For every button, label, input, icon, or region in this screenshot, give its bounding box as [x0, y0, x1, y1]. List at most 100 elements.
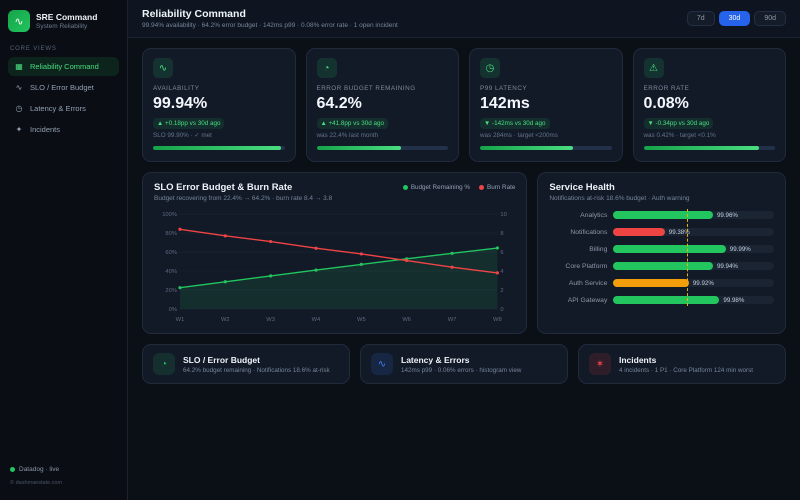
- series-line-burn-rate: [179, 228, 498, 274]
- kpi-meta: ▲ +41.8pp vs 30d ago was 22.4% last month: [316, 118, 449, 139]
- y-axis-left-tick: 20%: [165, 288, 177, 294]
- shortcut-text: SLO / Error Budget 64.2% budget remaining…: [183, 355, 330, 374]
- bar-chart-icon: ▦: [15, 62, 23, 71]
- kpi-note: was 284ms · target <200ms: [480, 132, 558, 139]
- service-health-bars: Analytics 99.96% Notifications 99.38% Billin…: [549, 209, 774, 306]
- time-range-30d[interactable]: 30d: [718, 11, 751, 26]
- time-range-90d[interactable]: 90d: [754, 11, 786, 26]
- sidebar-item-latency-errors[interactable]: ◷ Latency & Errors: [8, 99, 119, 118]
- clock-icon: ◷: [15, 104, 23, 113]
- sidebar-nav: ▦ Reliability Command ∿ SLO / Error Budget ◷…: [8, 57, 119, 141]
- kpi-note: was 22.4% last month: [316, 132, 379, 139]
- sidebar: ∿ SRE Command System Reliability CORE VI…: [0, 0, 128, 500]
- charts-row: SLO Error Budget & Burn Rate Budget reco…: [142, 172, 786, 334]
- sidebar-footer: Datadog · live © dashmaestate.com: [8, 462, 119, 490]
- shortcut-title: SLO / Error Budget: [183, 354, 260, 365]
- series-area-budget-remaining: [179, 248, 498, 309]
- gauge-icon: ◔: [153, 353, 175, 375]
- dashboard-content: ∿ AVAILABILITY 99.94% ▲ +0.18pp vs 30d ago S…: [128, 38, 800, 394]
- time-range-group: 7d 30d 90d: [686, 11, 786, 26]
- service-label: Core Platform: [565, 262, 608, 270]
- service-row-notifications: Notifications 99.38%: [549, 228, 774, 236]
- kpi-note: was 0.42% · target <0.1%: [643, 132, 716, 139]
- data-point: [223, 280, 227, 284]
- service-bar-fill: [613, 296, 720, 304]
- budget-burn-chart-card: SLO Error Budget & Burn Rate Budget reco…: [142, 172, 528, 334]
- kpi-delta-badge: ▲ +41.8pp vs 30d ago: [316, 118, 388, 129]
- sidebar-section-label: CORE VIEWS: [10, 46, 57, 52]
- data-point: [178, 286, 182, 290]
- main-area: Reliability Command 99.94% availability …: [128, 0, 800, 500]
- data-point: [359, 262, 363, 266]
- service-label: API Gateway: [567, 296, 608, 304]
- y-axis-right-tick: 0: [500, 307, 503, 313]
- kpi-value: 64.2%: [316, 95, 362, 112]
- data-point: [178, 227, 182, 231]
- shortcut-title: Incidents: [619, 354, 657, 365]
- data-point: [405, 258, 409, 263]
- chart-title: Service Health: [549, 182, 615, 193]
- shortcut-text: Latency & Errors 142ms p99 · 0.06% errors…: [401, 355, 521, 374]
- data-point: [223, 234, 227, 238]
- kpi-grid: ∿ AVAILABILITY 99.94% ▲ +0.18pp vs 30d ago S…: [142, 48, 786, 162]
- alert-icon: ⚠: [643, 58, 664, 78]
- y-axis-right-tick: 10: [500, 212, 506, 218]
- shortcut-subtitle: 64.2% budget remaining · Notifications 1…: [183, 366, 330, 374]
- data-point: [269, 239, 273, 244]
- kpi-value: 99.94%: [153, 95, 208, 112]
- legend-item: Burn Rate: [479, 184, 515, 191]
- data-point: [495, 271, 499, 275]
- budget-burn-line-chart: 0% 0 20% 2 40% 4 60% 6 80% 8 100% 10 W1 W2 W3 W4 W5 W6 W7 W…: [162, 212, 507, 323]
- service-bar-track: 99.94%: [613, 262, 774, 270]
- datasource-status: Datadog · live: [10, 466, 117, 473]
- service-bar-track: 99.98%: [613, 296, 774, 304]
- service-row-auth-service: Auth Service 99.92%: [549, 279, 774, 287]
- topbar: Reliability Command 99.94% availability …: [128, 0, 800, 38]
- time-range-7d[interactable]: 7d: [686, 11, 715, 26]
- legend-dot-icon: [479, 185, 484, 190]
- kpi-delta-badge: ▼ -0.34pp vs 30d ago: [643, 118, 714, 129]
- service-row-api-gateway: API Gateway 99.98%: [549, 296, 774, 304]
- y-axis-left-tick: 100%: [162, 212, 177, 218]
- service-row-billing: Billing 99.99%: [549, 245, 774, 253]
- page-title: Reliability Command: [142, 8, 246, 20]
- kpi-value: 0.08%: [643, 95, 689, 112]
- y-axis-left-tick: 60%: [165, 250, 177, 256]
- shortcut-card-slo-error-budget[interactable]: ◔ SLO / Error Budget 64.2% budget remainin…: [142, 344, 350, 384]
- shortcut-card-latency-errors[interactable]: ∿ Latency & Errors 142ms p99 · 0.06% error…: [360, 344, 568, 384]
- live-dot-icon: [10, 467, 15, 472]
- service-label: Notifications: [570, 228, 608, 236]
- activity-icon: ∿: [371, 353, 393, 375]
- x-axis-tick: W8: [493, 317, 502, 323]
- kpi-progress-fill: [316, 146, 401, 150]
- sidebar-item-reliability-command[interactable]: ▦ Reliability Command: [8, 57, 119, 76]
- kpi-progress-track: [316, 146, 448, 150]
- kpi-label: ERROR BUDGET REMAINING: [316, 85, 416, 92]
- chart-header: SLO Error Budget & Burn Rate Budget reco…: [154, 182, 515, 202]
- kpi-delta-badge: ▼ -142ms vs 30d ago: [480, 118, 550, 129]
- sidebar-item-slo-error-budget[interactable]: ∿ SLO / Error Budget: [8, 78, 119, 97]
- chart-subtitle: Budget recovering from 22.4% → 64.2% · b…: [154, 195, 333, 202]
- spark-icon: ✦: [15, 125, 23, 134]
- slo-target-line: [687, 209, 689, 306]
- x-axis-tick: W3: [266, 317, 275, 323]
- sidebar-item-incidents[interactable]: ✦ Incidents: [8, 120, 119, 139]
- shortcut-subtitle: 4 incidents · 1 P1 · Core Platform 124 m…: [619, 366, 754, 374]
- kpi-progress-track: [480, 146, 612, 150]
- y-axis-right-tick: 2: [500, 288, 503, 294]
- topbar-titles: Reliability Command 99.94% availability …: [142, 8, 398, 29]
- x-axis-tick: W5: [357, 317, 366, 323]
- shortcut-card-incidents[interactable]: ✶ Incidents 4 incidents · 1 P1 · Core Plat…: [578, 344, 786, 384]
- service-bar-track: 99.96%: [613, 211, 774, 219]
- kpi-delta-badge: ▲ +0.18pp vs 30d ago: [153, 118, 225, 129]
- service-bar-fill: [613, 262, 713, 270]
- data-point: [495, 246, 499, 250]
- service-label: Auth Service: [568, 279, 608, 287]
- copyright: © dashmaestate.com: [10, 480, 63, 486]
- x-axis-tick: W7: [448, 317, 457, 323]
- gauge-icon: ◔: [316, 58, 337, 78]
- x-axis-tick: W2: [221, 317, 230, 323]
- x-axis-tick: W1: [176, 317, 185, 323]
- data-point: [450, 265, 454, 269]
- service-value: 99.94%: [716, 262, 738, 270]
